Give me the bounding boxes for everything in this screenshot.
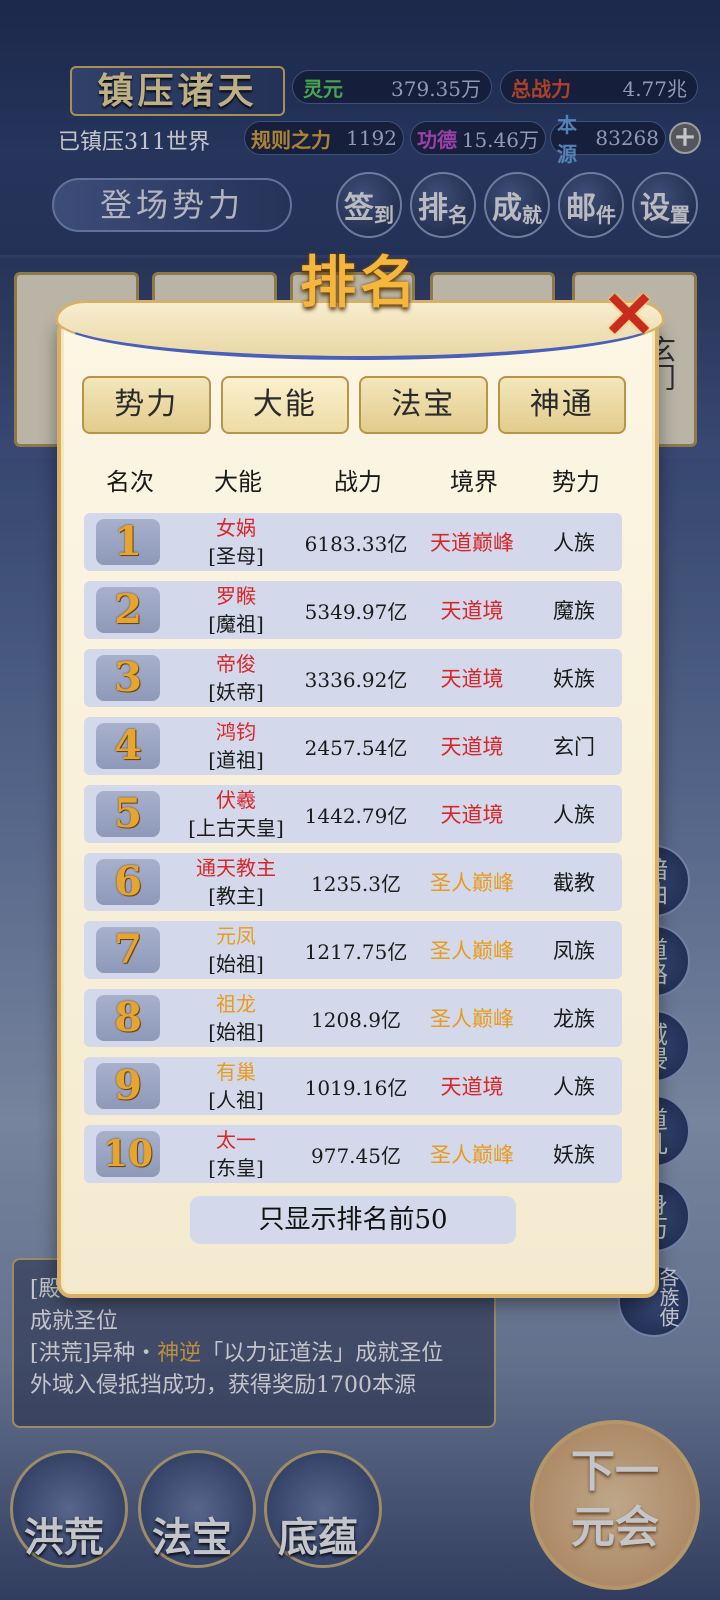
realm-cell: 天道境: [440, 1075, 504, 1099]
power-cell: 1208.9亿: [311, 1007, 401, 1032]
realm-cell: 天道境: [440, 667, 504, 691]
faction-cell: 人族: [553, 531, 595, 555]
tab-treasure[interactable]: 法宝: [359, 376, 488, 434]
rank-badge: 1: [96, 519, 160, 565]
tab-faction[interactable]: 势力: [82, 376, 211, 434]
modal-title: 排名: [300, 250, 420, 316]
character-title: [东皇]: [208, 1156, 264, 1180]
character-name: 太一: [216, 1128, 256, 1152]
character-title: [妖帝]: [208, 680, 264, 704]
rank-badge: 10: [96, 1131, 160, 1177]
name-cell: 鸿钧 [道祖]: [176, 718, 296, 774]
character-name: 有巢: [216, 1060, 256, 1084]
character-name: 女娲: [216, 516, 256, 540]
character-title: [上古天皇]: [188, 816, 284, 840]
power-cell: 1235.3亿: [311, 871, 401, 896]
faction-cell: 魔族: [553, 599, 595, 623]
character-title: [圣母]: [208, 544, 264, 568]
name-cell: 祖龙 [始祖]: [176, 990, 296, 1046]
name-cell: 帝俊 [妖帝]: [176, 650, 296, 706]
faction-cell: 妖族: [553, 1143, 595, 1167]
power-cell: 1217.75亿: [304, 939, 408, 964]
table-header: 名次 大能 战力 境界 势力: [82, 462, 622, 502]
table-row[interactable]: 7 元凤 [始祖] 1217.75亿 圣人巅峰 凤族: [84, 921, 622, 979]
character-name: 鸿钧: [216, 720, 256, 744]
name-cell: 通天教主 [教主]: [176, 854, 296, 910]
character-name: 伏羲: [216, 788, 256, 812]
realm-cell: 圣人巅峰: [430, 1143, 514, 1167]
table-row[interactable]: 5 伏羲 [上古天皇] 1442.79亿 天道境 人族: [84, 785, 622, 843]
character-name: 罗睺: [216, 584, 256, 608]
table-row[interactable]: 9 有巢 [人祖] 1019.16亿 天道境 人族: [84, 1057, 622, 1115]
name-cell: 有巢 [人祖]: [176, 1058, 296, 1114]
table-row[interactable]: 4 鸿钧 [道祖] 2457.54亿 天道境 玄门: [84, 717, 622, 775]
table-row[interactable]: 6 通天教主 [教主] 1235.3亿 圣人巅峰 截教: [84, 853, 622, 911]
rank-badge: 4: [96, 723, 160, 769]
faction-cell: 龙族: [553, 1007, 595, 1031]
character-title: [始祖]: [208, 952, 264, 976]
top-50-note: 只显示排名前50: [190, 1196, 516, 1244]
rank-badge: 2: [96, 587, 160, 633]
realm-cell: 圣人巅峰: [430, 1007, 514, 1031]
rank-badge: 6: [96, 859, 160, 905]
power-cell: 1019.16亿: [304, 1075, 408, 1100]
realm-cell: 天道境: [440, 803, 504, 827]
character-name: 祖龙: [216, 992, 256, 1016]
character-name: 帝俊: [216, 652, 256, 676]
faction-cell: 截教: [553, 871, 595, 895]
header-rank: 名次: [106, 468, 154, 496]
table-row[interactable]: 2 罗睺 [魔祖] 5349.97亿 天道境 魔族: [84, 581, 622, 639]
name-cell: 太一 [东皇]: [176, 1126, 296, 1182]
power-cell: 977.45亿: [311, 1143, 401, 1168]
faction-cell: 玄门: [553, 735, 595, 759]
table-row[interactable]: 3 帝俊 [妖帝] 3336.92亿 天道境 妖族: [84, 649, 622, 707]
rank-badge: 7: [96, 927, 160, 973]
power-cell: 6183.33亿: [304, 531, 408, 556]
header-realm: 境界: [450, 468, 498, 496]
name-cell: 伏羲 [上古天皇]: [176, 786, 296, 842]
realm-cell: 天道境: [440, 599, 504, 623]
header-power: 战力: [334, 468, 382, 496]
name-cell: 元凤 [始祖]: [176, 922, 296, 978]
table-row[interactable]: 8 祖龙 [始祖] 1208.9亿 圣人巅峰 龙族: [84, 989, 622, 1047]
ranking-tabs: 势力 大能 法宝 神通: [82, 376, 626, 436]
rank-badge: 5: [96, 791, 160, 837]
character-title: [道祖]: [208, 748, 264, 772]
faction-cell: 人族: [553, 1075, 595, 1099]
power-cell: 2457.54亿: [304, 735, 408, 760]
rank-badge: 9: [96, 1063, 160, 1109]
faction-cell: 妖族: [553, 667, 595, 691]
name-cell: 罗睺 [魔祖]: [176, 582, 296, 638]
power-cell: 5349.97亿: [304, 599, 408, 624]
character-title: [人祖]: [208, 1088, 264, 1112]
rank-badge: 3: [96, 655, 160, 701]
realm-cell: 天道巅峰: [430, 531, 514, 555]
header-faction: 势力: [552, 468, 600, 496]
character-title: [教主]: [208, 884, 264, 908]
tab-divine-skill[interactable]: 神通: [497, 376, 626, 434]
table-row[interactable]: 10 太一 [东皇] 977.45亿 圣人巅峰 妖族: [84, 1125, 622, 1183]
realm-cell: 天道境: [440, 735, 504, 759]
rank-badge: 8: [96, 995, 160, 1041]
realm-cell: 圣人巅峰: [430, 871, 514, 895]
character-title: [魔祖]: [208, 612, 264, 636]
character-title: [始祖]: [208, 1020, 264, 1044]
close-icon[interactable]: ✕: [598, 284, 660, 348]
faction-cell: 凤族: [553, 939, 595, 963]
character-name: 元凤: [216, 924, 256, 948]
realm-cell: 圣人巅峰: [430, 939, 514, 963]
power-cell: 1442.79亿: [304, 803, 408, 828]
character-name: 通天教主: [196, 856, 276, 880]
header-name: 大能: [214, 468, 262, 496]
faction-cell: 人族: [553, 803, 595, 827]
table-row[interactable]: 1 女娲 [圣母] 6183.33亿 天道巅峰 人族: [84, 513, 622, 571]
ranking-list: 1 女娲 [圣母] 6183.33亿 天道巅峰 人族 2 罗睺 [魔祖] 5349.…: [84, 513, 622, 1193]
power-cell: 3336.92亿: [304, 667, 408, 692]
name-cell: 女娲 [圣母]: [176, 514, 296, 570]
tab-great-power[interactable]: 大能: [220, 376, 349, 434]
